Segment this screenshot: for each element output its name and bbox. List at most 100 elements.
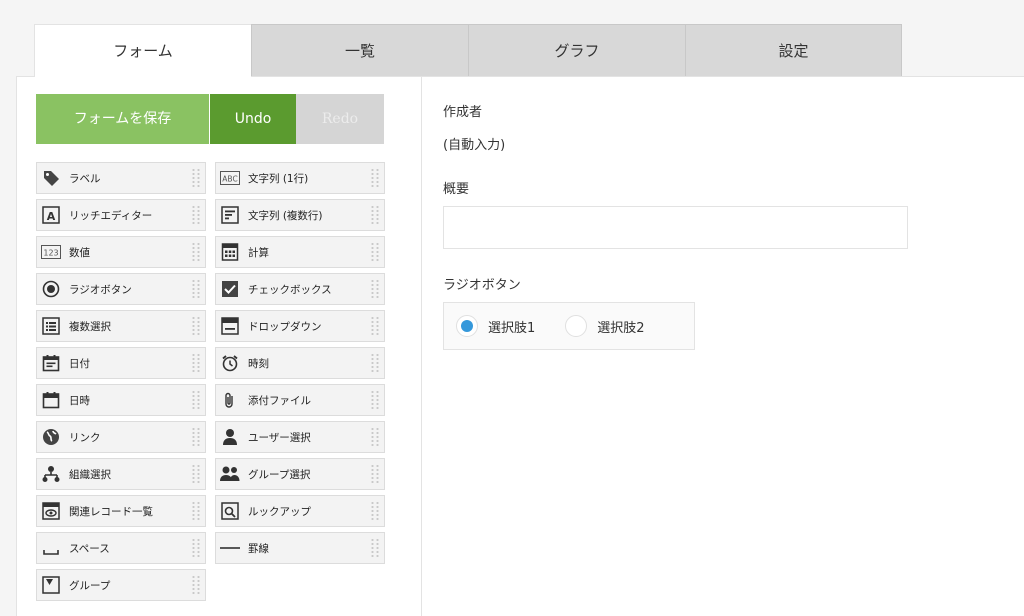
palette-item-space[interactable]: スペース bbox=[36, 532, 206, 564]
palette-item-single-line-text[interactable]: ABC 文字列 (1行) bbox=[215, 162, 385, 194]
radio-dot bbox=[461, 320, 473, 332]
palette-item-text: 数値 bbox=[69, 246, 90, 259]
tab-list[interactable]: 一覧 bbox=[251, 24, 468, 76]
tab-settings[interactable]: 設定 bbox=[685, 24, 902, 76]
radio-selected-icon[interactable] bbox=[456, 315, 478, 337]
redo-button[interactable]: Redo bbox=[296, 94, 384, 144]
palette-item-text: ユーザー選択 bbox=[248, 431, 311, 444]
drag-handle-icon[interactable] bbox=[191, 316, 201, 336]
drag-handle-icon[interactable] bbox=[191, 242, 201, 262]
radio-icon bbox=[41, 279, 61, 299]
palette-item-number[interactable]: 123 数値 bbox=[36, 236, 206, 268]
palette-item-rich-editor[interactable]: A リッチエディター bbox=[36, 199, 206, 231]
multi-select-icon bbox=[41, 316, 61, 336]
palette-item-text: 文字列 (1行) bbox=[248, 172, 309, 185]
drag-handle-icon[interactable] bbox=[370, 427, 380, 447]
clock-icon bbox=[220, 353, 240, 373]
toolbar: フォームを保存 Undo Redo bbox=[36, 94, 386, 144]
palette-item-text: 添付ファイル bbox=[248, 394, 311, 407]
palette-item-text: 罫線 bbox=[248, 542, 269, 555]
rule-line-icon bbox=[220, 538, 240, 558]
palette-item-radio[interactable]: ラジオボタン bbox=[36, 273, 206, 305]
user-icon bbox=[220, 427, 240, 447]
palette-item-user-select[interactable]: ユーザー選択 bbox=[215, 421, 385, 453]
palette-item-text: スペース bbox=[69, 542, 110, 555]
palette-item-text: 日付 bbox=[69, 357, 90, 370]
org-icon bbox=[41, 464, 61, 484]
drag-handle-icon[interactable] bbox=[191, 464, 201, 484]
drag-handle-icon[interactable] bbox=[370, 464, 380, 484]
drag-handle-icon[interactable] bbox=[370, 168, 380, 188]
palette-item-text: チェックボックス bbox=[248, 283, 332, 296]
drag-handle-icon[interactable] bbox=[191, 168, 201, 188]
palette-item-text: ラジオボタン bbox=[69, 283, 132, 296]
palette-item-text: ラベル bbox=[69, 172, 101, 185]
svg-text:A: A bbox=[47, 210, 56, 223]
calendar-icon bbox=[41, 353, 61, 373]
field-value-creator: (自動入力) bbox=[443, 138, 506, 153]
svg-text:ABC: ABC bbox=[222, 175, 237, 184]
drag-handle-icon[interactable] bbox=[191, 279, 201, 299]
palette-item-related-records[interactable]: 関連レコード一覧 bbox=[36, 495, 206, 527]
palette-item-calc[interactable]: 計算 bbox=[215, 236, 385, 268]
radio-option-label: 選択肢1 bbox=[488, 320, 536, 336]
drag-handle-icon[interactable] bbox=[191, 390, 201, 410]
panel-divider bbox=[421, 77, 422, 616]
tab-graph[interactable]: グラフ bbox=[468, 24, 685, 76]
globe-icon bbox=[41, 427, 61, 447]
field-label-creator: 作成者 bbox=[443, 105, 483, 120]
svg-text:123: 123 bbox=[43, 249, 58, 258]
drag-handle-icon[interactable] bbox=[370, 390, 380, 410]
radio-unselected-icon[interactable] bbox=[565, 315, 588, 337]
palette-item-org-select[interactable]: 組織選択 bbox=[36, 458, 206, 490]
dropdown-icon bbox=[220, 316, 240, 336]
summary-field[interactable] bbox=[443, 206, 908, 249]
field-label-radio: ラジオボタン bbox=[443, 278, 521, 293]
palette-item-multi-select[interactable]: 複数選択 bbox=[36, 310, 206, 342]
drag-handle-icon[interactable] bbox=[370, 353, 380, 373]
drag-handle-icon[interactable] bbox=[191, 501, 201, 521]
drag-handle-icon[interactable] bbox=[191, 427, 201, 447]
drag-handle-icon[interactable] bbox=[191, 575, 201, 595]
palette-item-link[interactable]: リンク bbox=[36, 421, 206, 453]
palette-item-rule-line[interactable]: 罫線 bbox=[215, 532, 385, 564]
tab-form[interactable]: フォーム bbox=[34, 24, 251, 77]
rich-editor-icon: A bbox=[41, 205, 61, 225]
palette-item-text: グループ bbox=[69, 579, 111, 592]
palette-item-label[interactable]: ラベル bbox=[36, 162, 206, 194]
drag-handle-icon[interactable] bbox=[370, 242, 380, 262]
lookup-icon bbox=[220, 501, 240, 521]
save-form-button[interactable]: フォームを保存 bbox=[36, 94, 209, 144]
checkbox-icon bbox=[220, 279, 240, 299]
field-label-summary: 概要 bbox=[443, 182, 470, 197]
users-icon bbox=[220, 464, 240, 484]
undo-button[interactable]: Undo bbox=[210, 94, 296, 144]
drag-handle-icon[interactable] bbox=[191, 205, 201, 225]
palette-item-text: 日時 bbox=[69, 394, 90, 407]
palette-item-datetime[interactable]: 日時 bbox=[36, 384, 206, 416]
drag-handle-icon[interactable] bbox=[370, 316, 380, 336]
palette-item-attachment[interactable]: 添付ファイル bbox=[215, 384, 385, 416]
drag-handle-icon[interactable] bbox=[191, 353, 201, 373]
palette-item-text: 複数選択 bbox=[69, 320, 111, 333]
drag-handle-icon[interactable] bbox=[370, 279, 380, 299]
drag-handle-icon[interactable] bbox=[370, 501, 380, 521]
palette-item-group[interactable]: グループ bbox=[36, 569, 206, 601]
palette-item-time[interactable]: 時刻 bbox=[215, 347, 385, 379]
palette-item-date[interactable]: 日付 bbox=[36, 347, 206, 379]
palette-item-lookup[interactable]: ルックアップ bbox=[215, 495, 385, 527]
drag-handle-icon[interactable] bbox=[191, 538, 201, 558]
radio-option-1[interactable]: 選択肢1 bbox=[456, 315, 535, 337]
palette-item-multi-line-text[interactable]: 文字列 (複数行) bbox=[215, 199, 385, 231]
number-icon: 123 bbox=[41, 242, 61, 262]
palette-item-text: ルックアップ bbox=[248, 505, 311, 518]
drag-handle-icon[interactable] bbox=[370, 538, 380, 558]
palette-item-text: ドロップダウン bbox=[248, 320, 322, 333]
palette-item-checkbox[interactable]: チェックボックス bbox=[215, 273, 385, 305]
field-palette-area: フォームを保存 Undo Redo ラベル A リッチエディター 123 数値 … bbox=[36, 94, 386, 601]
palette-item-group-select[interactable]: グループ選択 bbox=[215, 458, 385, 490]
palette-item-text: 関連レコード一覧 bbox=[69, 505, 153, 518]
drag-handle-icon[interactable] bbox=[370, 205, 380, 225]
palette-item-dropdown[interactable]: ドロップダウン bbox=[215, 310, 385, 342]
radio-option-2[interactable]: 選択肢2 bbox=[565, 315, 645, 337]
